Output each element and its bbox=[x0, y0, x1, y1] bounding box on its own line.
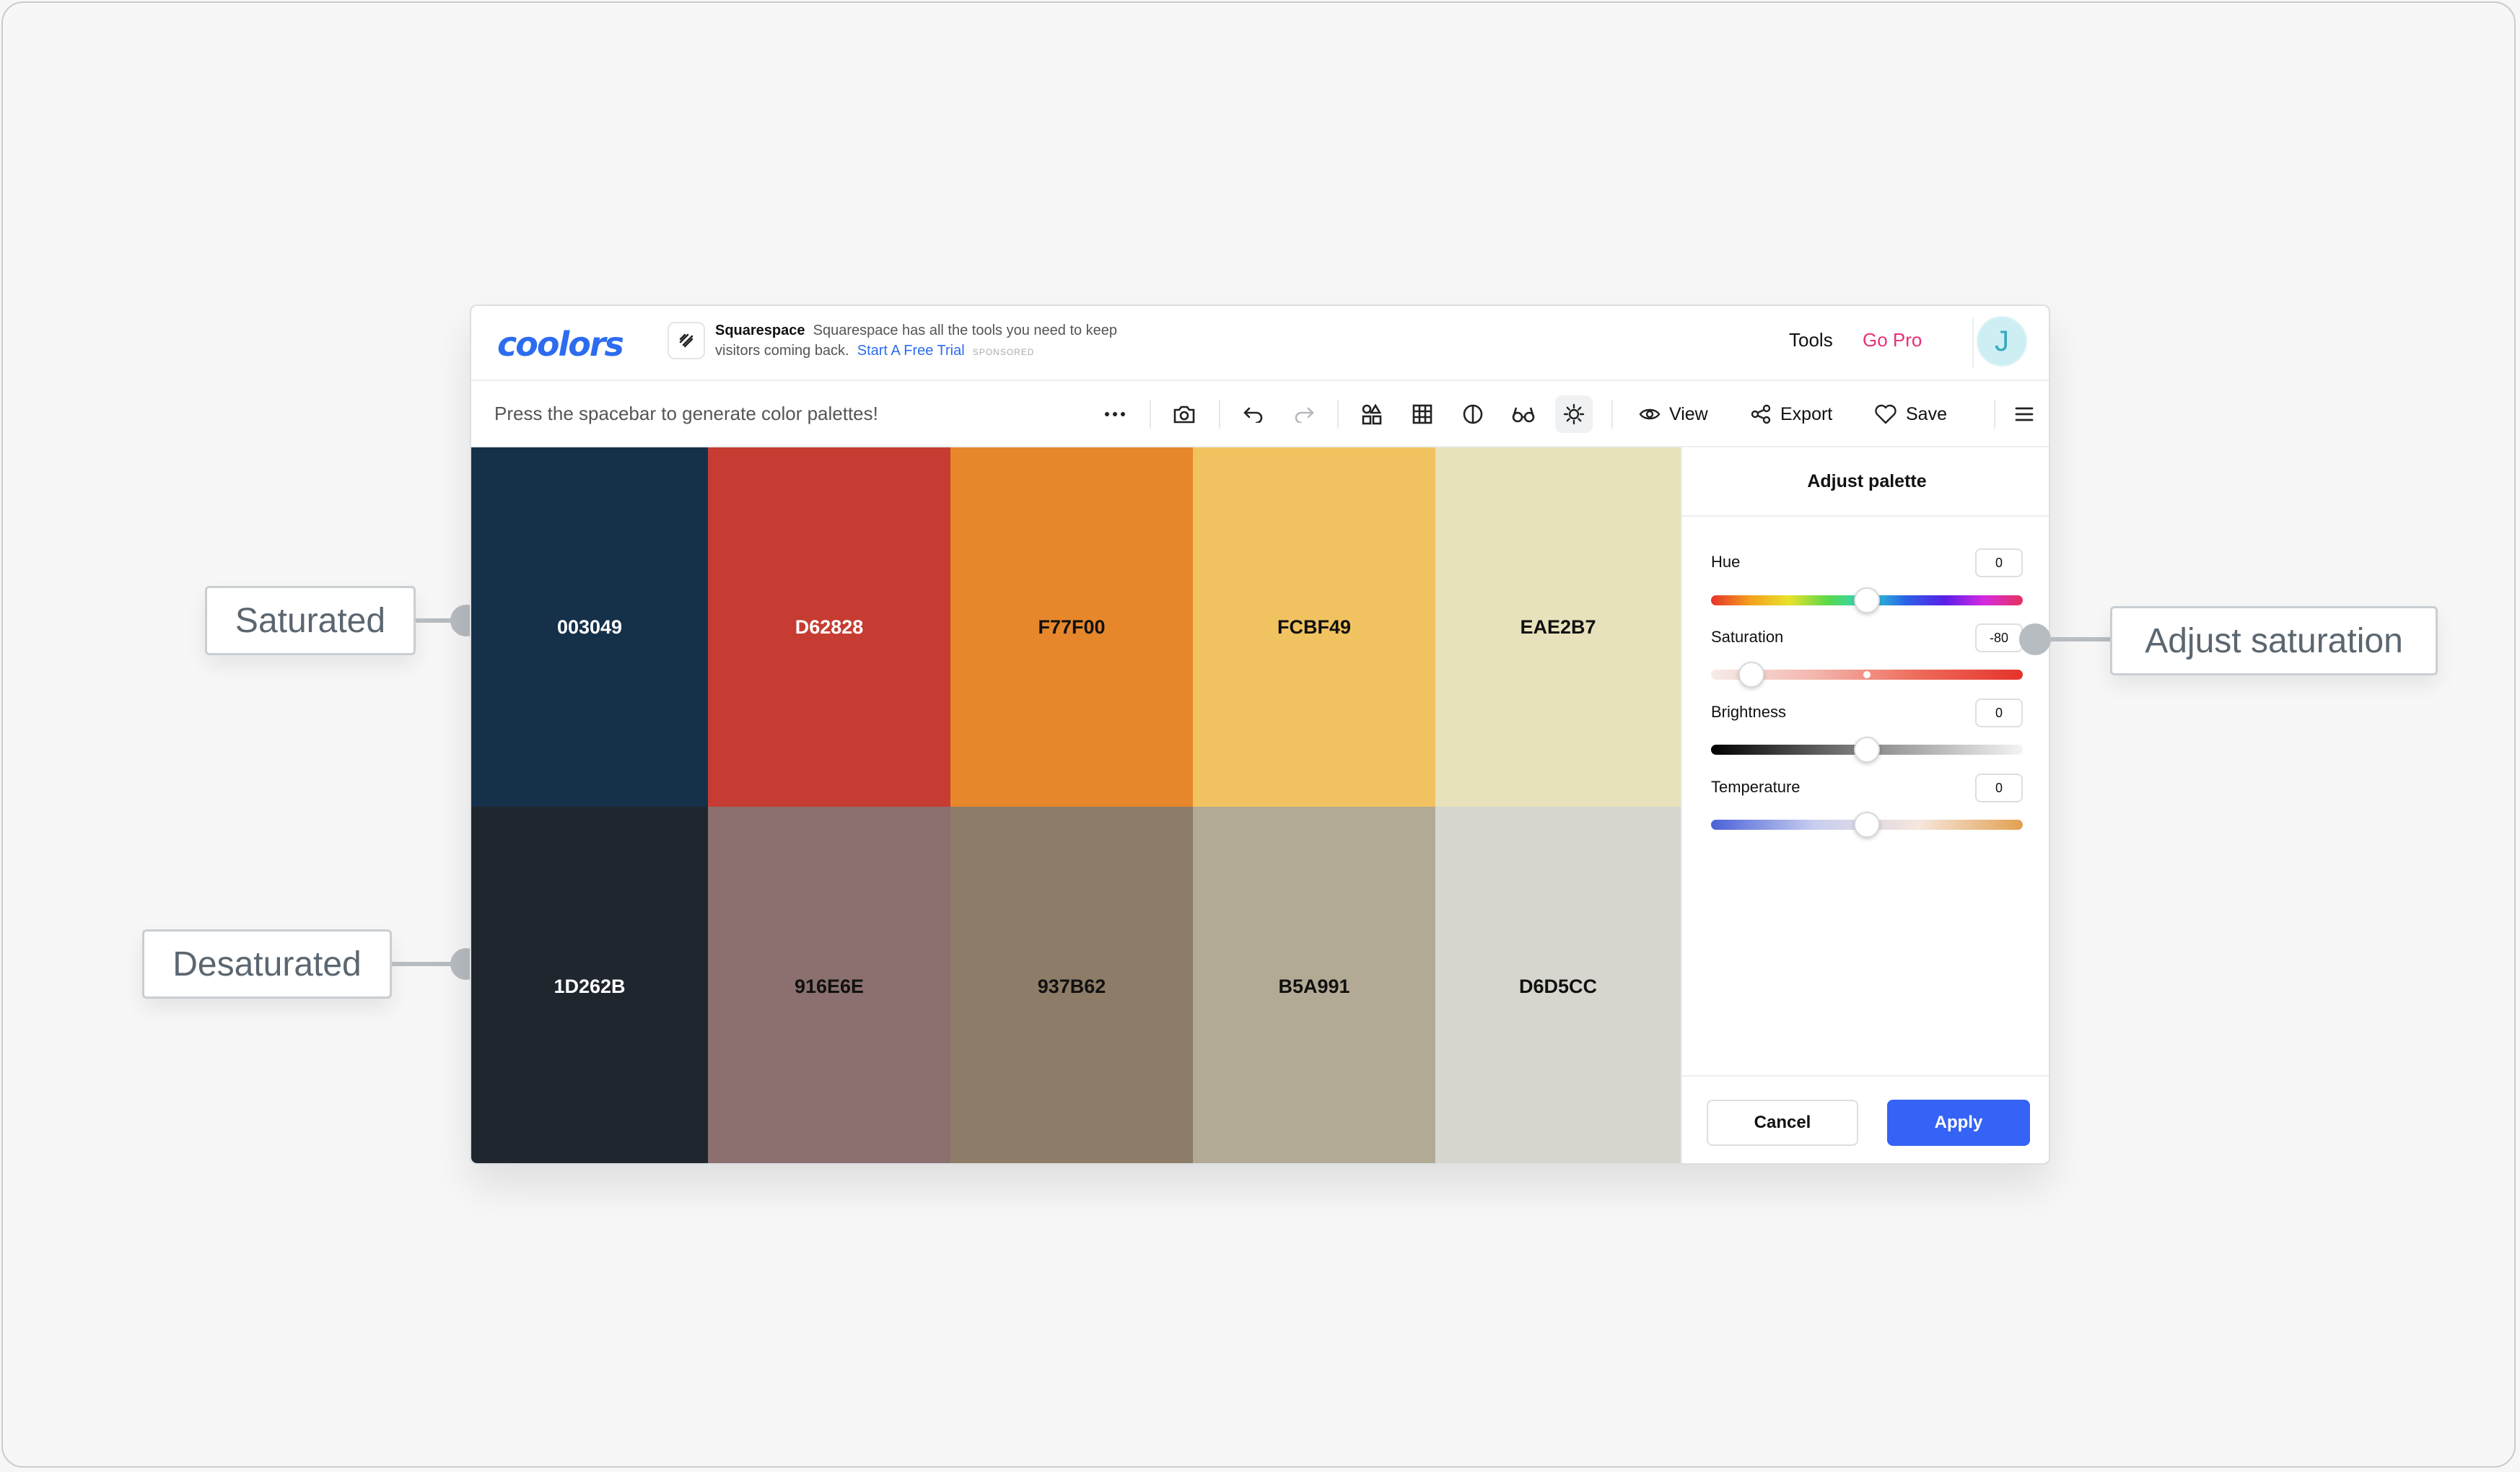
panel-title: Adjust palette bbox=[1682, 447, 2049, 517]
contrast-icon[interactable] bbox=[1454, 395, 1492, 433]
saturation-value-input[interactable]: -80 bbox=[1975, 623, 2023, 652]
camera-icon[interactable] bbox=[1165, 395, 1203, 433]
callout-saturated: Saturated bbox=[205, 586, 416, 655]
grid-icon[interactable] bbox=[1404, 395, 1441, 433]
hue-slider-thumb[interactable] bbox=[1854, 587, 1880, 613]
save-label: Save bbox=[1906, 403, 1947, 424]
toolbar-divider bbox=[1994, 400, 1995, 429]
coolors-logo[interactable]: coolors bbox=[497, 325, 624, 364]
swatch-saturated[interactable]: 003049 bbox=[471, 447, 708, 807]
palette-column: F77F00 937B62 bbox=[950, 447, 1193, 1163]
callout-desaturated: Desaturated bbox=[142, 929, 392, 999]
apply-button[interactable]: Apply bbox=[1887, 1100, 2030, 1146]
export-label: Export bbox=[1780, 403, 1833, 424]
swatch-desaturated[interactable]: 937B62 bbox=[950, 807, 1193, 1163]
swatch-saturated[interactable]: FCBF49 bbox=[1193, 447, 1435, 807]
temperature-label: Temperature bbox=[1711, 778, 1801, 796]
palette-column: 003049 1D262B bbox=[471, 447, 708, 1163]
app-window: coolors Squarespace Squarespace has all … bbox=[470, 305, 2050, 1165]
view-button[interactable]: View bbox=[1639, 397, 1708, 431]
toolbar: Press the spacebar to generate color pal… bbox=[471, 381, 2049, 447]
avatar[interactable]: J bbox=[1977, 316, 2027, 367]
spacebar-hint: Press the spacebar to generate color pal… bbox=[494, 403, 878, 424]
swatch-desaturated[interactable]: B5A991 bbox=[1193, 807, 1435, 1163]
brightness-value-input[interactable]: 0 bbox=[1975, 698, 2023, 727]
sun-icon[interactable] bbox=[1555, 395, 1593, 433]
redo-icon[interactable] bbox=[1285, 395, 1323, 433]
toolbar-divider bbox=[1219, 400, 1220, 429]
top-bar: coolors Squarespace Squarespace has all … bbox=[471, 306, 2049, 381]
brightness-label: Brightness bbox=[1711, 703, 1786, 721]
hue-value-input[interactable]: 0 bbox=[1975, 548, 2023, 577]
ad-text: Squarespace Squarespace has all the tool… bbox=[715, 320, 1148, 362]
palette-column: EAE2B7 D6D5CC bbox=[1435, 447, 1681, 1163]
swatch-saturated[interactable]: D62828 bbox=[708, 447, 950, 807]
swatch-saturated[interactable]: EAE2B7 bbox=[1435, 447, 1681, 807]
swatch-desaturated[interactable]: D6D5CC bbox=[1435, 807, 1681, 1163]
temperature-slider-thumb[interactable] bbox=[1854, 812, 1880, 838]
cancel-button[interactable]: Cancel bbox=[1707, 1100, 1858, 1146]
saturation-label: Saturation bbox=[1711, 628, 1784, 646]
callout-adjust-saturation: Adjust saturation bbox=[2110, 606, 2438, 675]
toolbar-divider bbox=[1611, 400, 1613, 429]
panel-footer-divider bbox=[1682, 1075, 2049, 1077]
more-icon[interactable] bbox=[1096, 395, 1134, 433]
menu-icon[interactable] bbox=[2005, 395, 2043, 433]
saturation-slider-thumb[interactable] bbox=[1738, 662, 1765, 688]
ad-brand: Squarespace bbox=[715, 323, 805, 338]
undo-icon[interactable] bbox=[1235, 395, 1272, 433]
brightness-slider[interactable] bbox=[1711, 737, 2023, 763]
shapes-icon[interactable] bbox=[1353, 395, 1391, 433]
nav-go-pro[interactable]: Go Pro bbox=[1863, 329, 1922, 351]
ad-sponsored-label: SPONSORED bbox=[972, 347, 1035, 357]
connector-adjust-saturation bbox=[2035, 637, 2112, 641]
divider bbox=[1972, 317, 1974, 368]
swatch-desaturated[interactable]: 1D262B bbox=[471, 807, 708, 1163]
save-button[interactable]: Save bbox=[1874, 397, 1947, 431]
hue-slider[interactable] bbox=[1711, 587, 2023, 613]
palette-swatches: 003049 1D262B D62828 916E6E F77F00 937B62 FCBF… bbox=[471, 447, 1681, 1163]
nav-tools[interactable]: Tools bbox=[1789, 329, 1833, 351]
ad-link[interactable]: Start A Free Trial bbox=[857, 343, 965, 359]
saturation-slider[interactable] bbox=[1711, 662, 2023, 688]
swatch-saturated[interactable]: F77F00 bbox=[950, 447, 1193, 807]
palette-column: FCBF49 B5A991 bbox=[1193, 447, 1435, 1163]
view-label: View bbox=[1669, 403, 1708, 424]
palette-column: D62828 916E6E bbox=[708, 447, 950, 1163]
brightness-slider-thumb[interactable] bbox=[1854, 737, 1880, 763]
glasses-icon[interactable] bbox=[1505, 395, 1542, 433]
hue-label: Hue bbox=[1711, 553, 1741, 571]
saturation-center-dot bbox=[1863, 671, 1871, 678]
share-icon bbox=[1751, 404, 1771, 424]
eye-icon bbox=[1639, 408, 1661, 420]
swatch-desaturated[interactable]: 916E6E bbox=[708, 807, 950, 1163]
temperature-value-input[interactable]: 0 bbox=[1975, 774, 2023, 802]
temperature-slider[interactable] bbox=[1711, 812, 2023, 838]
export-button[interactable]: Export bbox=[1750, 397, 1832, 431]
squarespace-icon[interactable] bbox=[668, 322, 705, 359]
adjust-palette-panel: Adjust palette Hue 0 Saturation -80 Brig… bbox=[1681, 447, 2049, 1163]
heart-icon bbox=[1875, 404, 1896, 424]
toolbar-divider bbox=[1337, 400, 1339, 429]
toolbar-divider bbox=[1150, 400, 1151, 429]
